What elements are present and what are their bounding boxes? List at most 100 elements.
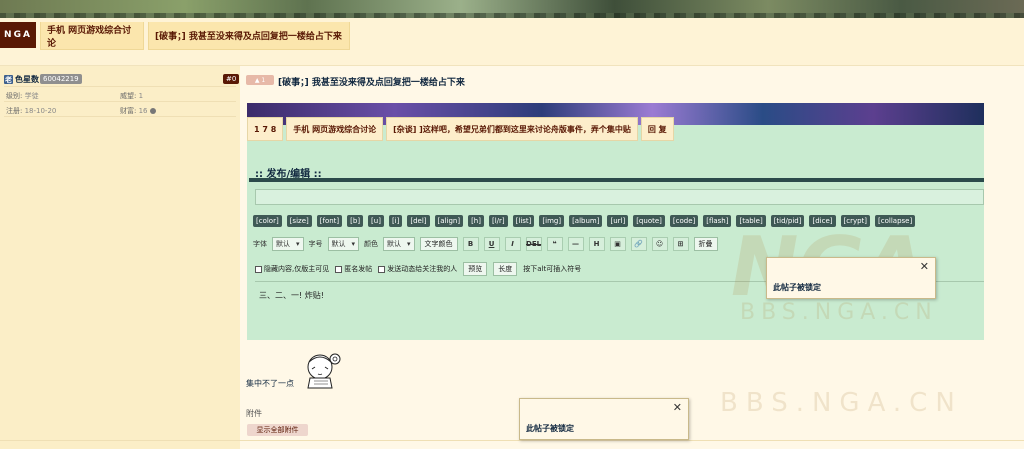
size-select: 默认 ▾ bbox=[327, 237, 360, 251]
italic-icon: I bbox=[504, 237, 521, 251]
close-icon[interactable]: ✕ bbox=[920, 260, 929, 273]
top-bar: NGA 手机 网页游戏综合讨论 [破事；] 我甚至没来得及点回复把一楼给占下来 bbox=[0, 18, 1024, 66]
bbcode-button: [table] bbox=[736, 215, 766, 227]
bbcode-button: [del] bbox=[407, 215, 430, 227]
option-hide: 隐藏内容,仅版主可见 bbox=[255, 264, 329, 274]
bbcode-button: [align] bbox=[434, 215, 464, 227]
bbcode-button: [font] bbox=[316, 215, 343, 227]
link-icon: 🔗 bbox=[630, 237, 647, 251]
close-icon[interactable]: ✕ bbox=[673, 401, 682, 414]
level-value: 学徒 bbox=[24, 92, 39, 100]
chevron-down-icon: ▾ bbox=[407, 240, 411, 248]
username[interactable]: 老 色星数 bbox=[4, 74, 39, 85]
dialog-titlebar bbox=[520, 399, 688, 418]
size-select-value: 默认 bbox=[331, 240, 346, 248]
option-anon: 匿名发帖 bbox=[335, 264, 372, 274]
bbcode-button: [url] bbox=[607, 215, 629, 227]
text-color-button: 文字颜色 bbox=[419, 237, 458, 251]
option-notify: 发送动态给关注我的人 bbox=[378, 264, 457, 274]
emoji-icon: ☺ bbox=[651, 237, 668, 251]
strikethrough-icon: DEL bbox=[525, 237, 542, 251]
like-count: 1 bbox=[261, 76, 266, 84]
divider bbox=[4, 116, 236, 117]
length-button: 长度 bbox=[493, 262, 518, 276]
signature-text: 集中不了一点 bbox=[246, 379, 294, 388]
underline-icon: U bbox=[483, 237, 500, 251]
user-wealth: 财富: 16 bbox=[120, 106, 156, 116]
like-badge[interactable]: ▲ 1 bbox=[246, 75, 274, 85]
option-anon-label: 匿名发帖 bbox=[344, 265, 373, 273]
font-select-value: 默认 bbox=[276, 240, 290, 248]
embedded-tab: [杂谈] ]这样吧，希望兄弟们都到这里来讨论舟版事件，弄个集中贴 bbox=[386, 117, 638, 141]
bbcode-button: [color] bbox=[253, 215, 282, 227]
bbcode-button: [b] bbox=[347, 215, 364, 227]
breadcrumb-thread[interactable]: [破事；] 我甚至没来得及点回复把一楼给占下来 bbox=[148, 22, 350, 50]
bbcode-button: [u] bbox=[368, 215, 384, 227]
wealth-value: 16 bbox=[138, 107, 148, 115]
reg-value: 18-10-20 bbox=[24, 107, 57, 115]
show-all-attachments-button[interactable]: 显示全部附件 bbox=[247, 424, 308, 436]
embedded-bbcode-toolbar: [color] [size] [font] [b] [u] [i] [del] [align]… bbox=[253, 215, 916, 227]
locked-dialog: ✕ 此帖子被锁定 bbox=[519, 398, 689, 440]
breadcrumb-forum[interactable]: 手机 网页游戏综合讨论 bbox=[40, 22, 144, 50]
table-icon: ⊞ bbox=[672, 237, 689, 251]
icon-button-group: B U I DEL ❝ — H ▣ 🔗 ☺ ⊞ bbox=[462, 237, 689, 251]
bold-icon: B bbox=[462, 237, 479, 251]
option-hide-label: 隐藏内容,仅版主可见 bbox=[264, 265, 330, 273]
checkbox-icon bbox=[378, 265, 386, 273]
image-icon: ▣ bbox=[609, 237, 626, 251]
user-registered: 注册: 18-10-20 bbox=[6, 106, 56, 116]
thumb-up-icon: ▲ bbox=[254, 76, 260, 84]
embedded-tab: 回 复 bbox=[640, 117, 674, 141]
hr-icon: — bbox=[567, 237, 584, 251]
user-avatar-icon: 老 bbox=[4, 75, 13, 84]
checkbox-icon bbox=[335, 265, 343, 273]
dialog-titlebar bbox=[767, 258, 935, 277]
prestige-label: 威望: bbox=[120, 92, 137, 100]
heading-icon: H bbox=[588, 237, 605, 251]
embedded-format-toolbar: 字体 默认 ▾ 字号 默认 ▾ 颜色 默认 ▾ 文字颜色 B U I DEL ❝ — H ▣ 🔗 ☺ ⊞ … bbox=[253, 237, 718, 251]
prestige-value: 1 bbox=[138, 92, 144, 100]
bottom-divider bbox=[0, 440, 1024, 441]
post-title: [破事；] 我甚至没来得及点回复把一楼给占下来 bbox=[278, 78, 465, 88]
locked-dialog: ✕ 此帖子被锁定 bbox=[766, 257, 936, 299]
color-select: 默认 ▾ bbox=[383, 237, 415, 251]
embedded-divider bbox=[249, 178, 984, 182]
checkbox-icon bbox=[255, 265, 262, 273]
wealth-label: 财富: bbox=[120, 107, 137, 115]
chibi-sticker-icon bbox=[307, 353, 341, 389]
watermark-url-2: BBS.NGA.CN bbox=[720, 388, 963, 418]
bbcode-button: [tid/pid] bbox=[770, 215, 805, 227]
bbcode-button: [quote] bbox=[633, 215, 665, 227]
bbcode-button: [img] bbox=[539, 215, 565, 227]
dialog-message: 此帖子被锁定 bbox=[526, 424, 574, 433]
bbcode-button: [dice] bbox=[809, 215, 836, 227]
attachment-label: 附件 bbox=[246, 409, 262, 418]
nga-logo[interactable]: NGA bbox=[0, 22, 36, 48]
font-label: 字体 bbox=[253, 240, 267, 248]
user-level: 级别: 学徒 bbox=[6, 91, 39, 101]
post-image-screenshot: 1 7 8 手机 网页游戏综合讨论 [杂谈] ]这样吧，希望兄弟们都到这里来讨论… bbox=[247, 103, 984, 340]
user-info-panel: 老 色星数 60042219 #0 级别: 学徒 威望: 1 注册: 18-10… bbox=[0, 66, 240, 449]
username-label[interactable]: 色星数 bbox=[15, 74, 39, 85]
level-label: 级别: bbox=[6, 92, 23, 100]
chevron-down-icon: ▾ bbox=[351, 240, 356, 248]
embedded-subject-input bbox=[255, 189, 984, 205]
floor-badge[interactable]: #0 bbox=[223, 74, 240, 84]
color-label: 颜色 bbox=[364, 240, 379, 248]
embedded-content-text: 三、二、一! 炸贴! bbox=[259, 291, 324, 300]
bbcode-button: [crypt] bbox=[840, 215, 871, 227]
color-select-value: 默认 bbox=[387, 240, 402, 248]
option-notify-label: 发送动态给关注我的人 bbox=[387, 265, 458, 273]
embedded-tab: 1 7 8 bbox=[247, 117, 284, 141]
quote-icon: ❝ bbox=[546, 237, 563, 251]
embedded-options-row: 隐藏内容,仅版主可见 匿名发帖 发送动态给关注我的人 预览 长度 按下alt可插… bbox=[255, 262, 581, 276]
user-prestige: 威望: 1 bbox=[120, 91, 143, 101]
bbcode-button: [i] bbox=[388, 215, 403, 227]
bbcode-button: [h] bbox=[468, 215, 484, 227]
fold-button: 折叠 bbox=[693, 237, 718, 251]
size-label: 字号 bbox=[308, 240, 323, 248]
dialog-message: 此帖子被锁定 bbox=[773, 283, 821, 292]
bbcode-button: [list] bbox=[512, 215, 535, 227]
bbcode-button: [l/r] bbox=[488, 215, 508, 227]
